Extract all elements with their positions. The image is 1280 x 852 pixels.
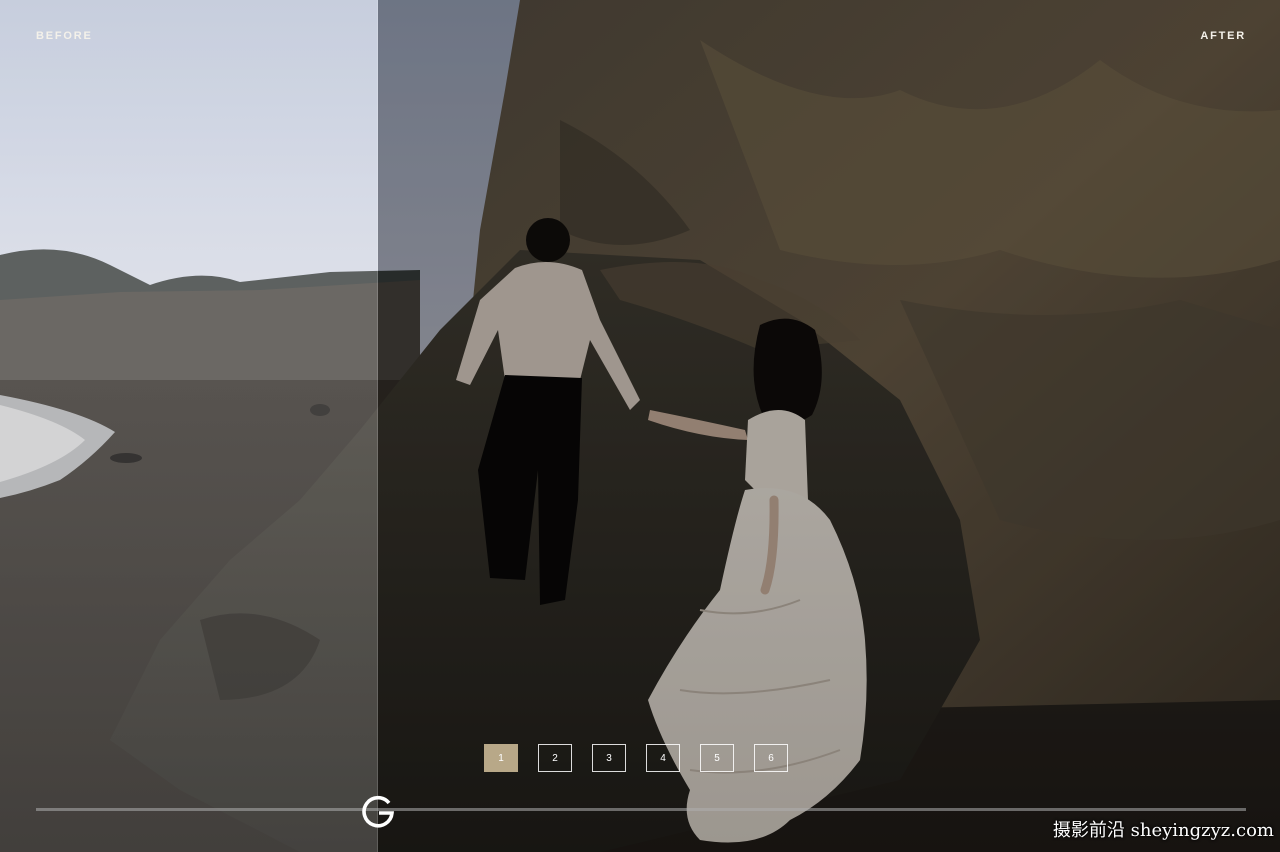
comparison-divider[interactable] bbox=[377, 0, 378, 852]
before-image-pane bbox=[0, 0, 378, 852]
after-photo bbox=[378, 0, 1280, 852]
comparison-slider-handle[interactable] bbox=[358, 791, 398, 831]
page-button-2[interactable]: 2 bbox=[538, 744, 572, 772]
after-label: AFTER bbox=[1200, 30, 1246, 42]
page-button-6[interactable]: 6 bbox=[754, 744, 788, 772]
g-logo-icon bbox=[362, 795, 394, 828]
page-button-3[interactable]: 3 bbox=[592, 744, 626, 772]
before-label: BEFORE bbox=[36, 30, 93, 42]
image-pagination: 1 2 3 4 5 6 bbox=[484, 744, 788, 772]
watermark-text: 摄影前沿 sheyingzyz.com bbox=[1052, 820, 1274, 841]
before-photo bbox=[0, 0, 378, 852]
page-button-4[interactable]: 4 bbox=[646, 744, 680, 772]
after-image-pane bbox=[378, 0, 1280, 852]
comparison-slider-track[interactable] bbox=[36, 808, 1246, 811]
before-after-comparison[interactable]: BEFORE AFTER 1 2 3 4 5 6 摄影前沿 sheyingzyz… bbox=[0, 0, 1280, 852]
page-button-1[interactable]: 1 bbox=[484, 744, 518, 772]
page-button-5[interactable]: 5 bbox=[700, 744, 734, 772]
